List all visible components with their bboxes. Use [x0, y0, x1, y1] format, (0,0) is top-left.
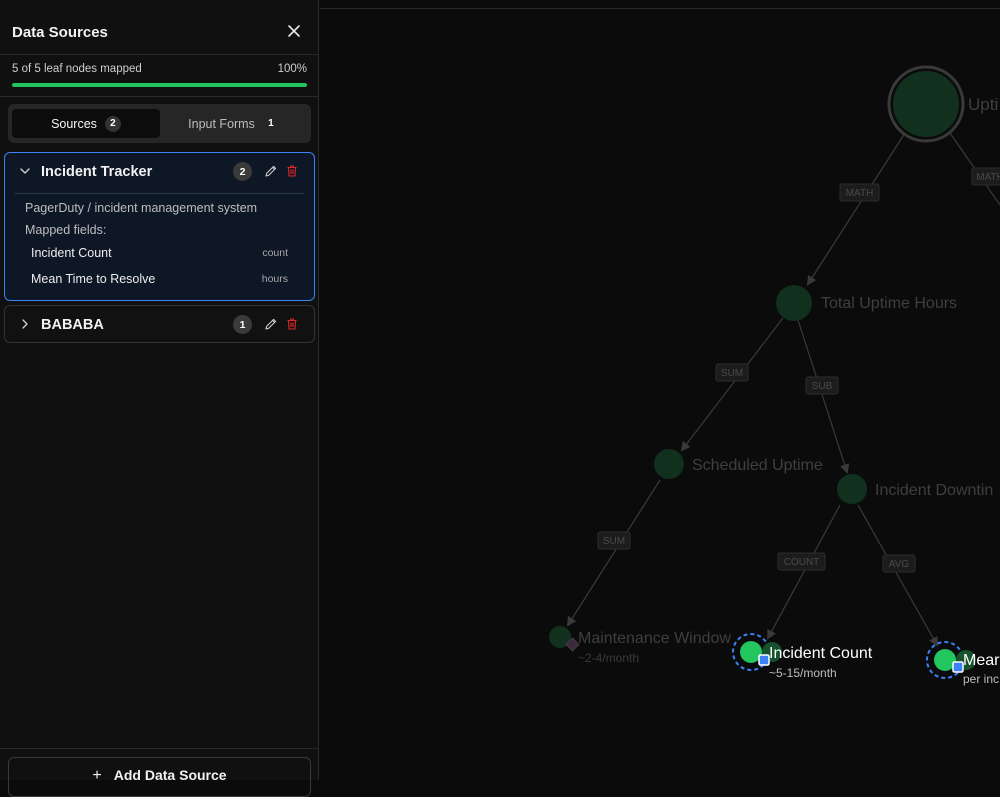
panel-header: Data Sources	[0, 10, 319, 55]
trash-icon[interactable]	[285, 317, 299, 331]
progress-bar	[12, 83, 307, 87]
source-card-bababa: BABABA 1	[4, 305, 315, 343]
add-data-source-label: Add Data Source	[113, 767, 227, 783]
field-name: Incident Count	[31, 246, 112, 260]
node-sublabel: ~5-15/month	[769, 666, 837, 680]
close-icon[interactable]	[285, 22, 303, 40]
tab-sources[interactable]: Sources 2	[12, 109, 160, 138]
tab-sources-count: 2	[104, 115, 121, 132]
progress-percent: 100%	[277, 63, 307, 75]
panel-title: Data Sources	[12, 24, 108, 41]
edit-icon[interactable]	[264, 164, 278, 178]
edge-label: COUNT	[784, 557, 820, 568]
edge-total-incident	[797, 319, 850, 474]
field-name: Mean Time to Resolve	[31, 272, 156, 286]
tab-input-forms-label: Input Forms	[188, 116, 255, 131]
data-sources-panel: Data Sources 5 of 5 leaf nodes mapped 10…	[0, 0, 319, 797]
edge-scheduled-maintenance	[566, 479, 661, 627]
node-incident-downtime[interactable]: Incident Downtin	[837, 474, 993, 504]
node-total-uptime-hours[interactable]: Total Uptime Hours	[776, 285, 957, 321]
source-tabs: Sources 2 Input Forms 1	[8, 104, 311, 143]
node-label: Maintenance Window	[578, 630, 731, 647]
node-incident-count[interactable]: Incident Count ~5-15/month	[732, 633, 873, 680]
mapped-source-icon	[952, 661, 964, 673]
edge-label: MATH	[976, 172, 1000, 183]
node-sublabel: ~2-4/month	[578, 651, 639, 665]
source-card-incident-tracker: Incident Tracker 2 PagerDuty / incident …	[4, 152, 315, 301]
mapped-source-icon	[758, 654, 770, 666]
field-unit: count	[262, 247, 288, 259]
edit-icon[interactable]	[264, 317, 278, 331]
tab-input-forms[interactable]: Input Forms 1	[160, 109, 307, 138]
metric-tree-graph: MATH MATH SUM SUB SUM COUNT AVG Upti Tot…	[549, 65, 1000, 686]
field-unit: hours	[261, 273, 288, 285]
tab-sources-label: Sources	[51, 116, 97, 131]
mapped-fields-label: Mapped fields:	[25, 223, 107, 237]
divider	[15, 193, 304, 194]
node-uptime[interactable]: Upti	[887, 65, 998, 143]
panel-footer: + Add Data Source	[0, 748, 319, 797]
mapped-field-row: Mean Time to Resolve hours	[31, 272, 288, 290]
node-label: Upti	[968, 95, 998, 114]
edge-label: SUM	[721, 368, 743, 379]
chevron-right-icon[interactable]	[19, 318, 31, 330]
node-scheduled-uptime[interactable]: Scheduled Uptime	[654, 449, 823, 479]
source-card-header[interactable]: Incident Tracker 2	[5, 153, 314, 190]
tab-input-forms-count: 1	[268, 118, 274, 129]
edge-root-total	[806, 132, 906, 286]
add-data-source-button[interactable]: + Add Data Source	[8, 757, 311, 797]
mapping-progress: 5 of 5 leaf nodes mapped 100%	[0, 55, 319, 97]
node-sublabel: per inc	[963, 672, 999, 686]
node-label: Scheduled Uptime	[692, 457, 823, 474]
node-label: Incident Downtin	[875, 482, 993, 499]
edge-label: MATH	[846, 188, 874, 199]
node-label: Total Uptime Hours	[821, 295, 957, 312]
node-label: Incident Count	[769, 645, 873, 662]
source-description: PagerDuty / incident management system	[25, 201, 258, 215]
trash-icon[interactable]	[285, 164, 299, 178]
edge-label: AVG	[889, 559, 910, 570]
source-field-count-badge: 1	[233, 315, 252, 334]
plus-icon: +	[92, 767, 102, 784]
edge-incident-mttr	[857, 504, 938, 647]
graph-canvas[interactable]: MATH MATH SUM SUB SUM COUNT AVG Upti Tot…	[320, 0, 1000, 780]
source-field-count-badge: 2	[233, 162, 252, 181]
source-name: BABABA	[41, 317, 104, 333]
mapped-field-row: Incident Count count	[31, 246, 288, 264]
node-label: Mear	[963, 652, 1000, 669]
progress-text: 5 of 5 leaf nodes mapped	[12, 63, 142, 75]
source-name: Incident Tracker	[41, 164, 153, 180]
edge-total-scheduled	[680, 317, 784, 452]
source-card-header[interactable]: BABABA 1	[5, 306, 314, 343]
node-mean-time-to-resolve[interactable]: Mear per inc	[926, 641, 1000, 686]
edge-label: SUB	[812, 381, 833, 392]
edge-incident-count	[767, 504, 841, 640]
node-maintenance-window[interactable]: Maintenance Window ~2-4/month	[549, 626, 731, 665]
edge-label: SUM	[603, 536, 625, 547]
progress-bar-fill	[12, 83, 307, 87]
chevron-down-icon[interactable]	[19, 165, 31, 177]
